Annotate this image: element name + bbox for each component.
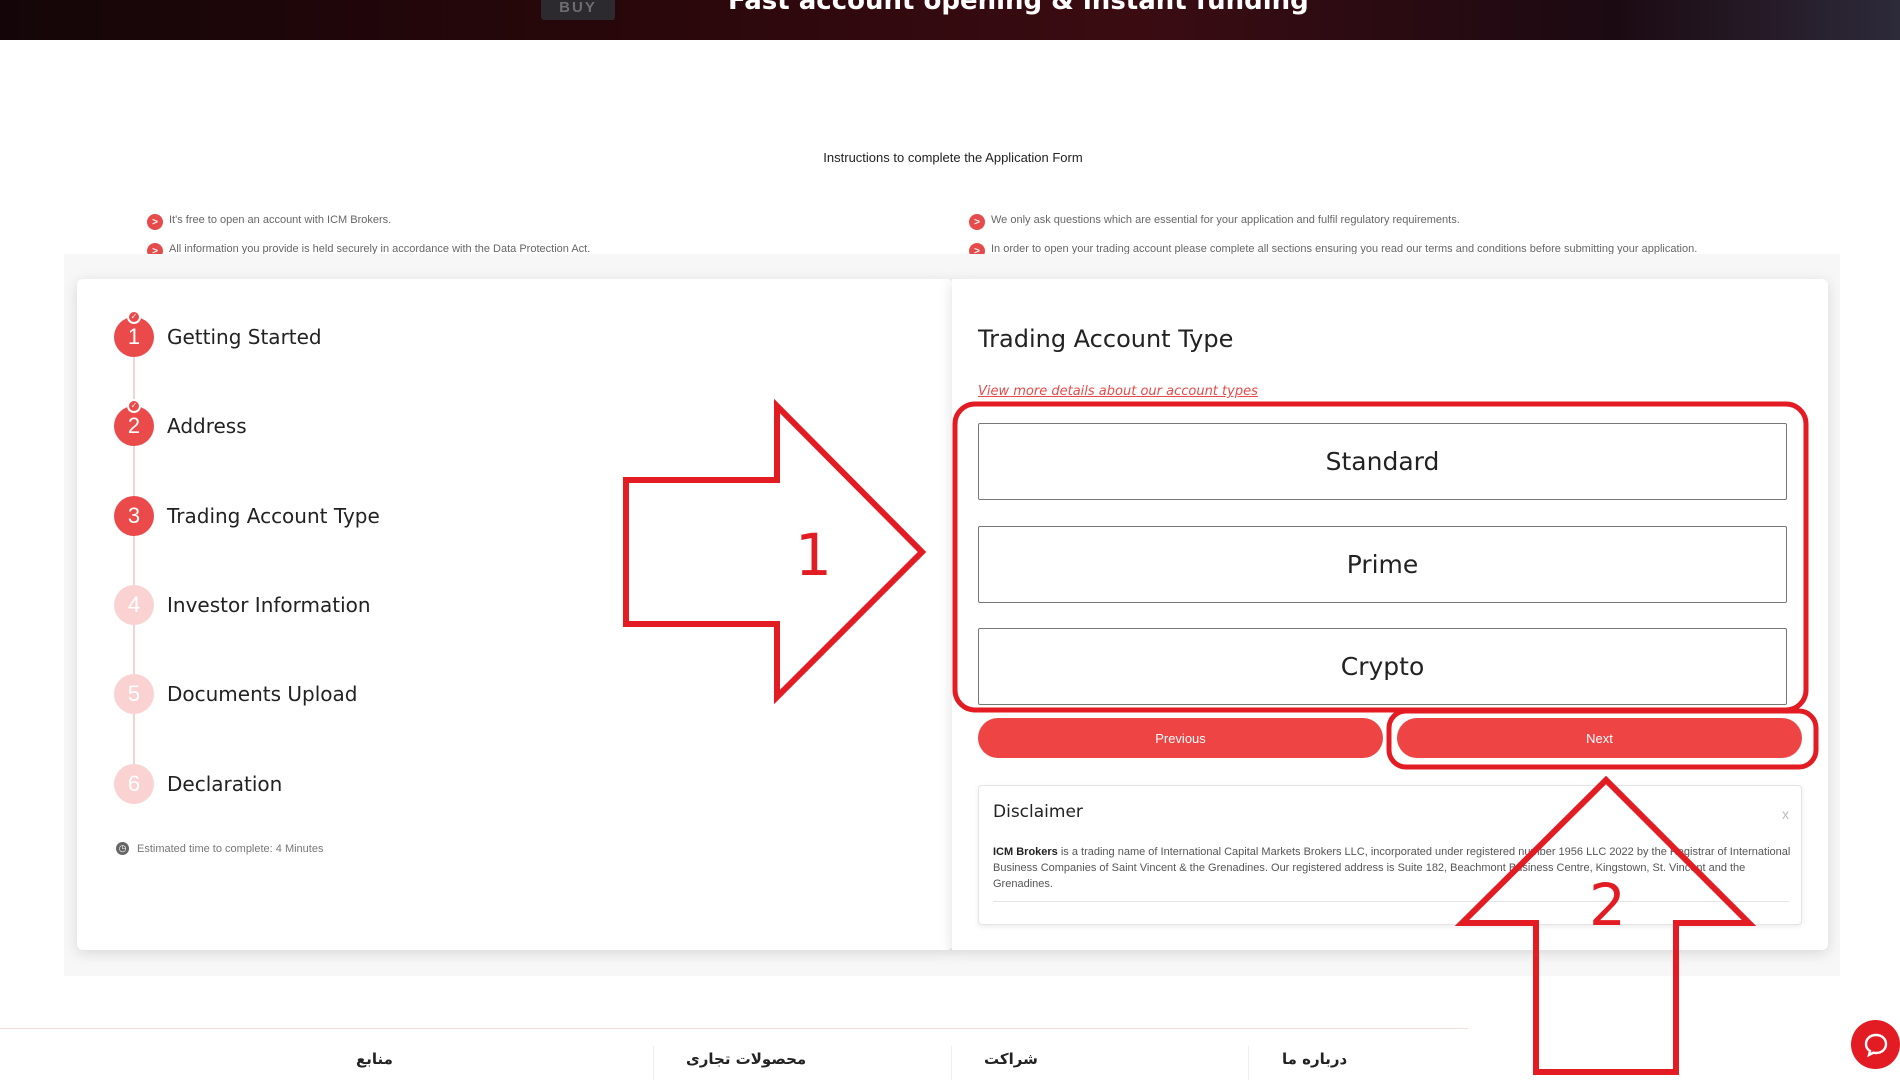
- step-label: Address: [167, 414, 247, 438]
- check-icon: ✓: [127, 310, 141, 324]
- step-label: Investor Information: [167, 593, 371, 617]
- instruction-item: > We only ask questions which are essent…: [969, 205, 1697, 234]
- footer-link-resources[interactable]: منابع: [356, 1050, 393, 1068]
- account-option-prime[interactable]: Prime: [978, 526, 1787, 603]
- step-label: Trading Account Type: [167, 504, 380, 528]
- disclaimer-text: ICM Brokers is a trading name of Interna…: [993, 844, 1793, 892]
- next-button[interactable]: Next: [1397, 718, 1802, 758]
- footer-link-about-us[interactable]: درباره ما: [1282, 1050, 1347, 1068]
- instruction-text: We only ask questions which are essentia…: [991, 213, 1460, 226]
- step-address[interactable]: 2 ✓ Address: [114, 399, 247, 446]
- instructions-title: Instructions to complete the Application…: [823, 150, 1083, 165]
- step-getting-started[interactable]: 1 ✓ Getting Started: [114, 310, 322, 357]
- disclaimer-company: ICM Brokers: [993, 846, 1058, 858]
- step-documents-upload: 5 Documents Upload: [114, 674, 357, 714]
- step-number: 2 ✓: [114, 399, 154, 446]
- close-icon[interactable]: x: [1782, 806, 1789, 822]
- step-investor-information: 4 Investor Information: [114, 585, 371, 625]
- step-trading-account-type[interactable]: 3 Trading Account Type: [114, 496, 380, 536]
- chat-bubble-icon: [1864, 1033, 1887, 1057]
- chat-button[interactable]: [1851, 1020, 1900, 1069]
- chevron-right-icon: >: [147, 214, 163, 230]
- check-icon: ✓: [127, 399, 141, 413]
- previous-button[interactable]: Previous: [978, 718, 1383, 758]
- step-declaration: 6 Declaration: [114, 764, 282, 804]
- instruction-text: All information you provide is held secu…: [169, 242, 591, 255]
- instruction-text: In order to open your trading account pl…: [991, 242, 1698, 255]
- estimated-time-text: Estimated time to complete: 4 Minutes: [137, 842, 324, 855]
- disclaimer-divider: [993, 901, 1789, 902]
- step-label: Getting Started: [167, 325, 322, 349]
- footer-separator: [951, 1046, 952, 1080]
- account-types-details-link[interactable]: View more details about our account type…: [978, 384, 1258, 399]
- page-title: Trading Account Type: [978, 325, 1234, 353]
- annotation-label-1: 1: [795, 521, 832, 589]
- footer-divider: [0, 1028, 1468, 1029]
- step-number: 4: [114, 585, 154, 625]
- estimated-time: ◷ Estimated time to complete: 4 Minutes: [116, 842, 323, 855]
- step-number: 1 ✓: [114, 310, 154, 357]
- footer-link-partnership[interactable]: شراکت: [984, 1050, 1038, 1068]
- disclaimer-title: Disclaimer: [993, 802, 1083, 822]
- disclaimer-body: is a trading name of International Capit…: [993, 846, 1791, 890]
- account-option-standard[interactable]: Standard: [978, 423, 1787, 500]
- footer-separator: [653, 1046, 654, 1080]
- step-number: 6: [114, 764, 154, 804]
- step-number: 3: [114, 496, 154, 536]
- footer-link-trading-products[interactable]: محصولات تجاری: [686, 1050, 806, 1068]
- step-label: Declaration: [167, 772, 283, 796]
- hero-buy-badge: BUY: [541, 0, 615, 20]
- instruction-text: It's free to open an account with ICM Br…: [169, 213, 392, 226]
- disclaimer-panel: Disclaimer x ICM Brokers is a trading na…: [978, 785, 1802, 925]
- step-label: Documents Upload: [167, 682, 358, 706]
- annotation-label-2: 2: [1589, 871, 1626, 939]
- hero-title: Fast account opening & instant funding: [728, 0, 1309, 16]
- chevron-right-icon: >: [969, 214, 985, 230]
- step-number: 5: [114, 674, 154, 714]
- clock-icon: ◷: [116, 842, 129, 855]
- footer-separator: [1248, 1046, 1249, 1080]
- instruction-item: > It's free to open an account with ICM …: [147, 205, 590, 234]
- hero-banner: BUY Fast account opening & instant fundi…: [0, 0, 1900, 40]
- account-option-crypto[interactable]: Crypto: [978, 628, 1787, 705]
